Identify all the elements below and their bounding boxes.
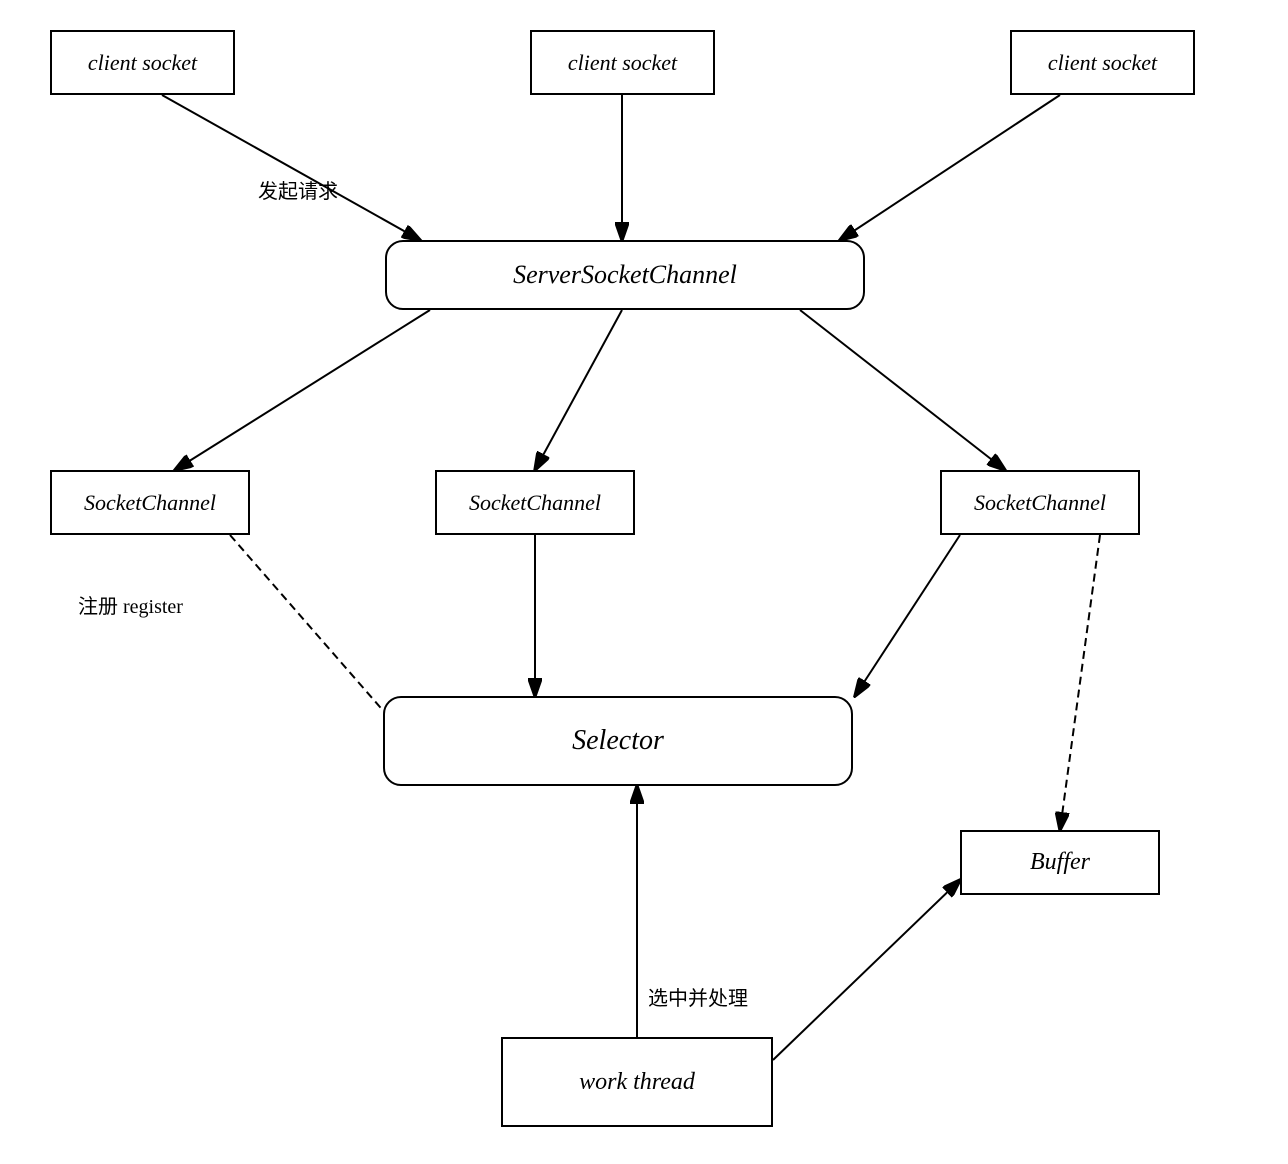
selector-label: Selector xyxy=(572,725,664,757)
socket-channel-1-label: SocketChannel xyxy=(84,490,216,516)
label-fa-qi-qing-qiu: 发起请求 xyxy=(258,175,338,204)
client-socket-1-label: client socket xyxy=(88,50,197,76)
diagram: client socket client socket client socke… xyxy=(0,0,1288,1164)
client-socket-2-label: client socket xyxy=(568,50,677,76)
client-socket-2: client socket xyxy=(530,30,715,95)
label-zhu-ce-register: 注册 register xyxy=(78,590,183,619)
work-thread: work thread xyxy=(501,1037,773,1127)
socket-channel-3-label: SocketChannel xyxy=(974,490,1106,516)
server-socket-channel-label: ServerSocketChannel xyxy=(513,260,737,290)
client-socket-3: client socket xyxy=(1010,30,1195,95)
server-socket-channel: ServerSocketChannel xyxy=(385,240,865,310)
buffer-label: Buffer xyxy=(1030,849,1090,876)
buffer: Buffer xyxy=(960,830,1160,895)
socket-channel-2: SocketChannel xyxy=(435,470,635,535)
work-thread-label: work thread xyxy=(579,1069,695,1096)
client-socket-1: client socket xyxy=(50,30,235,95)
label-xuan-zhong-bing-chu-li: 选中并处理 xyxy=(648,982,748,1011)
arrows-layer xyxy=(0,0,1288,1164)
selector: Selector xyxy=(383,696,853,786)
socket-channel-2-label: SocketChannel xyxy=(469,490,601,516)
socket-channel-1: SocketChannel xyxy=(50,470,250,535)
socket-channel-3: SocketChannel xyxy=(940,470,1140,535)
client-socket-3-label: client socket xyxy=(1048,50,1157,76)
